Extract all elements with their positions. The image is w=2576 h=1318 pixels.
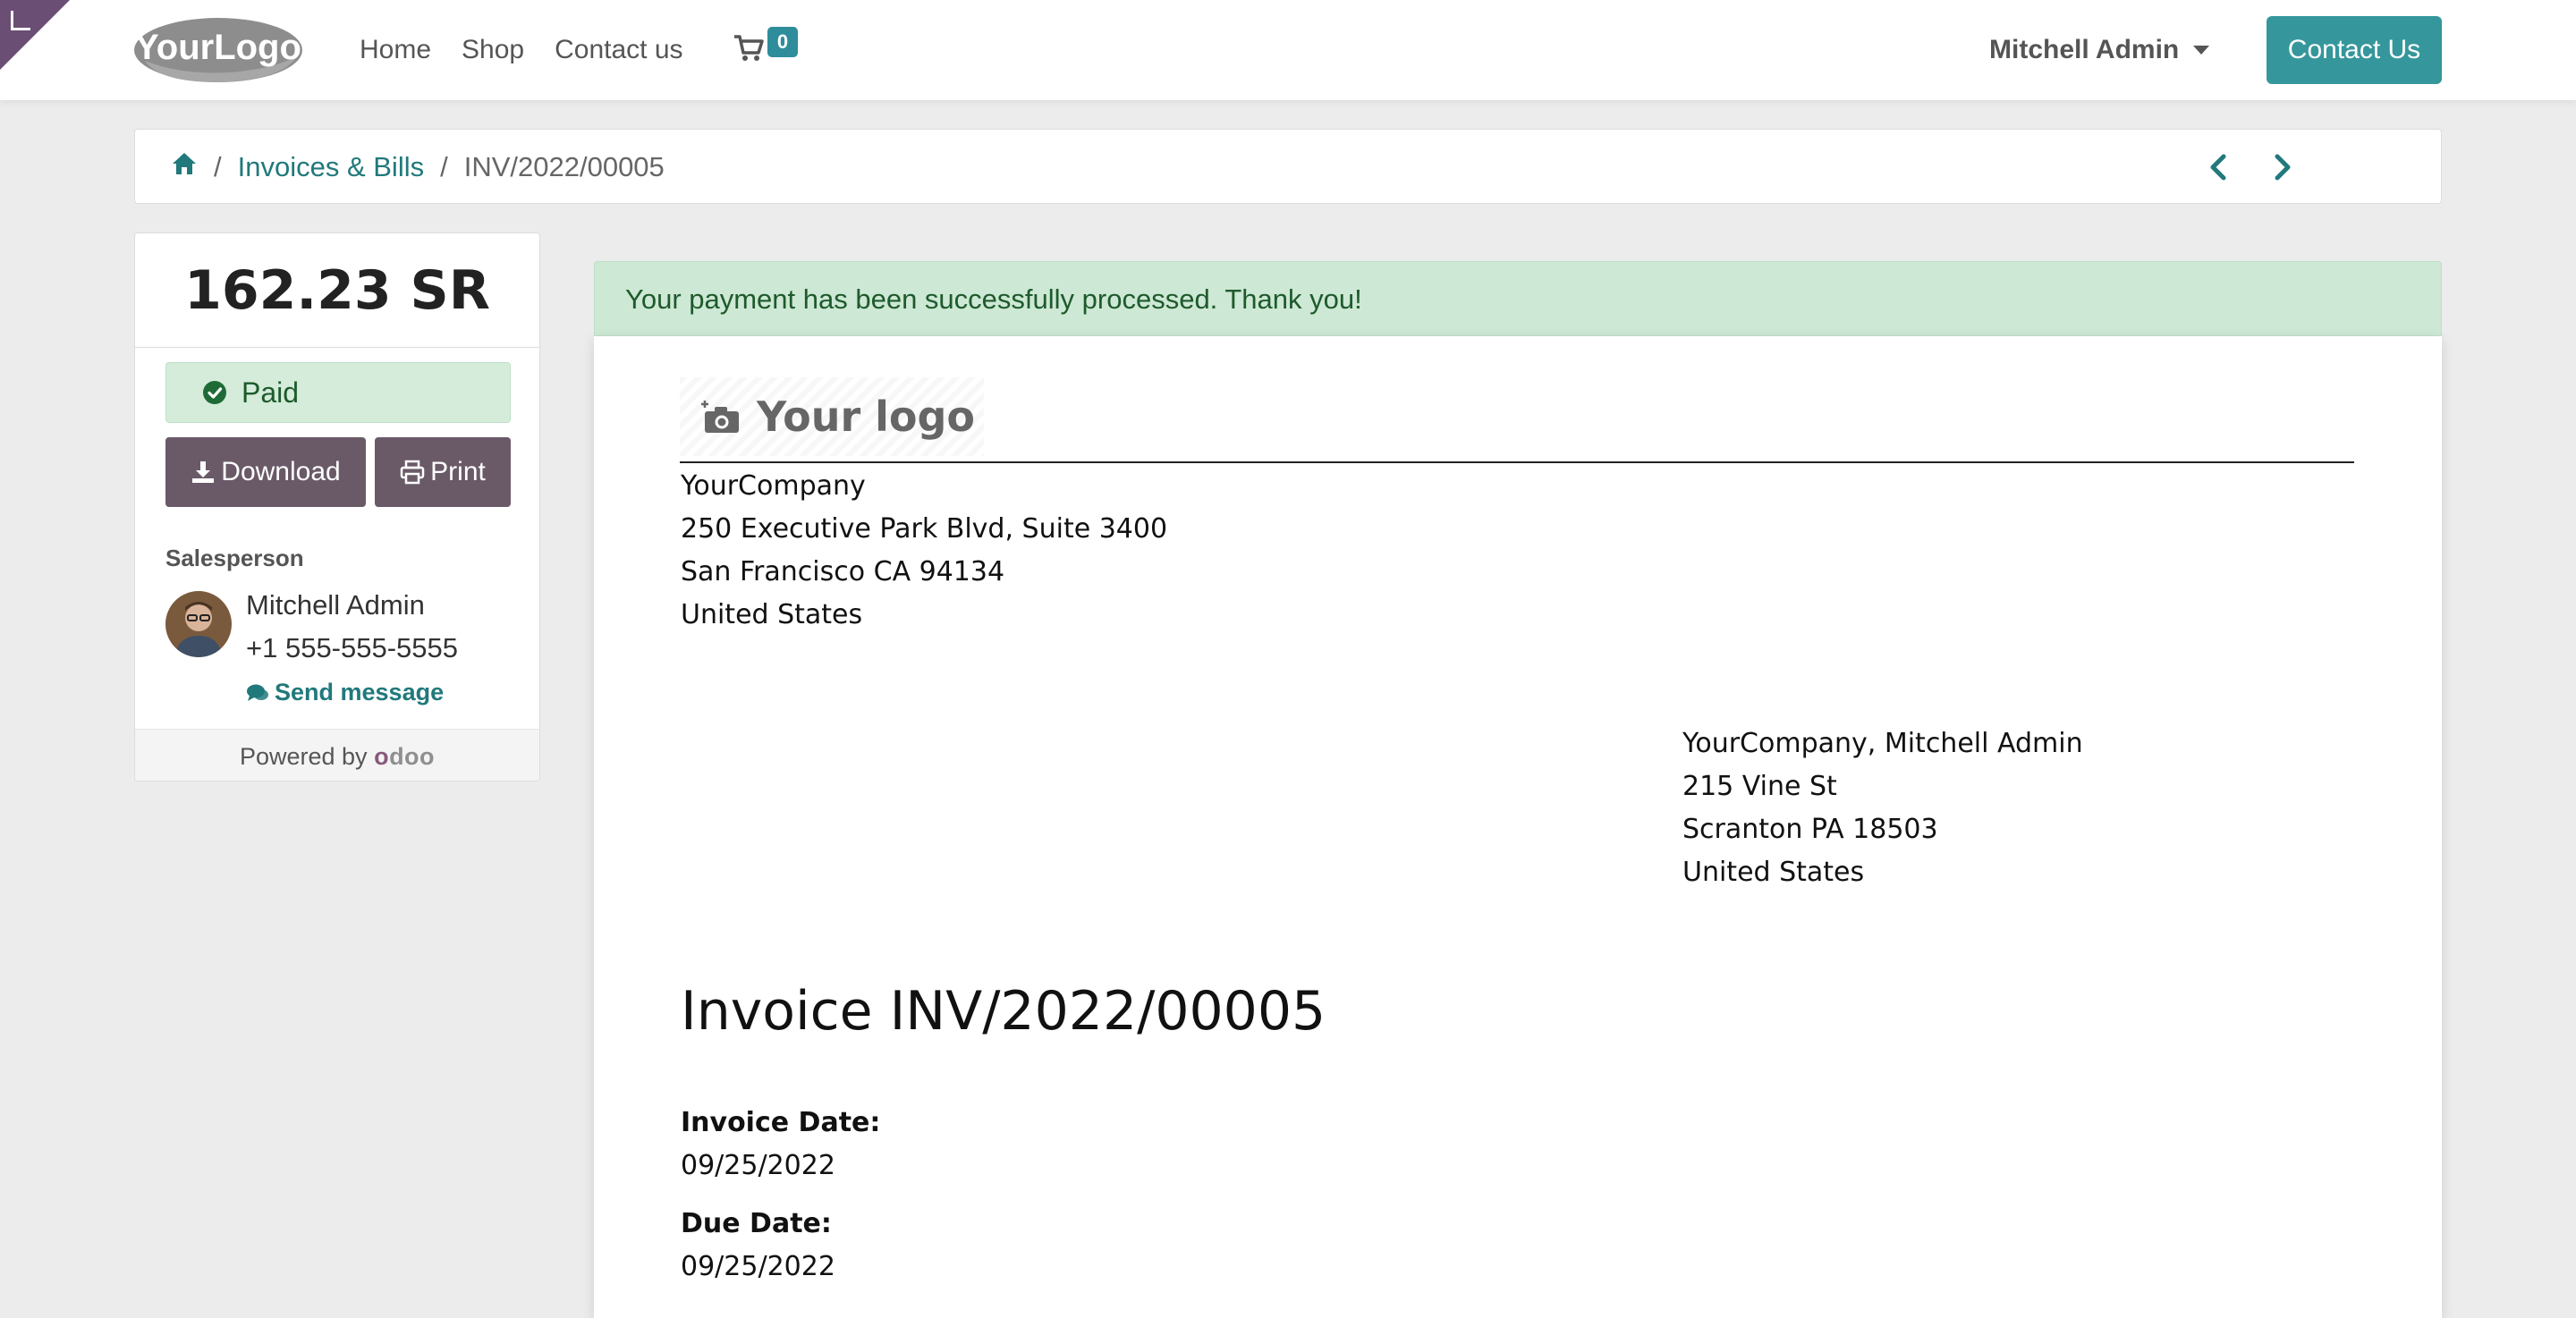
nav-shop[interactable]: Shop (462, 35, 524, 65)
print-icon (400, 460, 425, 485)
check-circle-icon (203, 381, 226, 404)
download-button[interactable]: Download (165, 437, 366, 507)
company-address-line: YourCompany (681, 470, 866, 502)
invoice-date-value: 09/25/2022 (681, 1150, 835, 1181)
partner-address: YourCompany, Mitchell Admin 215 Vine St … (1682, 722, 2083, 894)
corner-toggle-icon[interactable] (11, 11, 30, 30)
chevron-right-icon (2275, 154, 2291, 181)
send-message-label: Send message (275, 679, 445, 705)
brand-logo-text: YourLogo (135, 28, 301, 67)
salesperson-phone: +1 555-555-5555 (246, 632, 459, 663)
odoo-logo[interactable]: odoo (374, 743, 435, 770)
brand-logo[interactable]: YourLogo (132, 14, 304, 86)
comments-icon (247, 684, 268, 701)
payment-success-alert: Your payment has been successfully proce… (594, 261, 2442, 336)
due-date-value: 09/25/2022 (681, 1251, 835, 1282)
header-divider (680, 461, 2354, 463)
invoice-amount: 162.23 SR (135, 233, 539, 348)
record-pager (2201, 149, 2326, 185)
invoice-title: Invoice INV/2022/00005 (681, 980, 1326, 1043)
invoice-date-label: Invoice Date: (681, 1107, 881, 1138)
company-address-line: 250 Executive Park Blvd, Suite 3400 (681, 513, 1168, 545)
download-label: Download (221, 457, 341, 486)
user-menu-dropdown[interactable]: Mitchell Admin (1989, 0, 2210, 100)
cart-count-badge: 0 (767, 27, 798, 57)
partner-address-line: YourCompany, Mitchell Admin (1682, 728, 2083, 759)
user-name: Mitchell Admin (1989, 35, 2180, 64)
breadcrumb-invoices[interactable]: Invoices & Bills (238, 151, 424, 183)
caret-down-icon (2193, 46, 2210, 55)
previous-record-button[interactable] (2201, 149, 2237, 185)
print-label: Print (430, 457, 486, 486)
next-record-button[interactable] (2264, 149, 2300, 185)
send-message-link[interactable]: Send message (246, 679, 444, 706)
partner-address-line: United States (1682, 857, 1865, 888)
shopping-cart-icon (734, 35, 764, 61)
powered-by-text: Powered by (239, 743, 368, 770)
status-text: Paid (242, 376, 300, 409)
main-menu: Home Shop Contact us (360, 0, 714, 100)
status-badge: Paid (165, 362, 511, 423)
powered-by-footer: Powered by odoo (135, 729, 539, 781)
due-date-label: Due Date: (681, 1208, 832, 1239)
partner-address-line: 215 Vine St (1682, 771, 1837, 802)
salesperson-avatar (165, 591, 232, 657)
logo-placeholder[interactable]: Your logo (680, 377, 984, 456)
breadcrumb: / Invoices & Bills / INV/2022/00005 (171, 130, 665, 205)
top-navbar: YourLogo Home Shop Contact us 0 Mitchell… (0, 0, 2576, 100)
download-icon (192, 461, 215, 483)
partner-address-line: Scranton PA 18503 (1682, 814, 1938, 845)
company-address-line: United States (681, 599, 863, 630)
salesperson-name: Mitchell Admin (246, 589, 425, 621)
nav-home[interactable]: Home (360, 35, 431, 65)
invoice-sidebar: 162.23 SR Paid Download Print Salesperso… (134, 232, 540, 782)
logo-placeholder-text: Your logo (757, 393, 976, 441)
company-address-line: San Francisco CA 94134 (681, 556, 1005, 587)
nav-contact-us[interactable]: Contact us (555, 35, 682, 65)
company-address: YourCompany 250 Executive Park Blvd, Sui… (681, 465, 1167, 637)
breadcrumb-current: INV/2022/00005 (463, 151, 665, 182)
salesperson-heading: Salesperson (165, 545, 304, 571)
sidebar-actions: Download Print (165, 437, 511, 507)
invoice-document: Your logo YourCompany 250 Executive Park… (594, 336, 2442, 1318)
breadcrumb-separator: / (214, 151, 222, 182)
camera-plus-icon (701, 401, 739, 433)
chevron-left-icon (2210, 154, 2226, 181)
breadcrumb-bar: / Invoices & Bills / INV/2022/00005 (134, 129, 2442, 204)
print-button[interactable]: Print (375, 437, 511, 507)
contact-us-button[interactable]: Contact Us (2267, 16, 2442, 84)
home-icon[interactable] (171, 151, 198, 183)
breadcrumb-separator: / (440, 151, 448, 182)
